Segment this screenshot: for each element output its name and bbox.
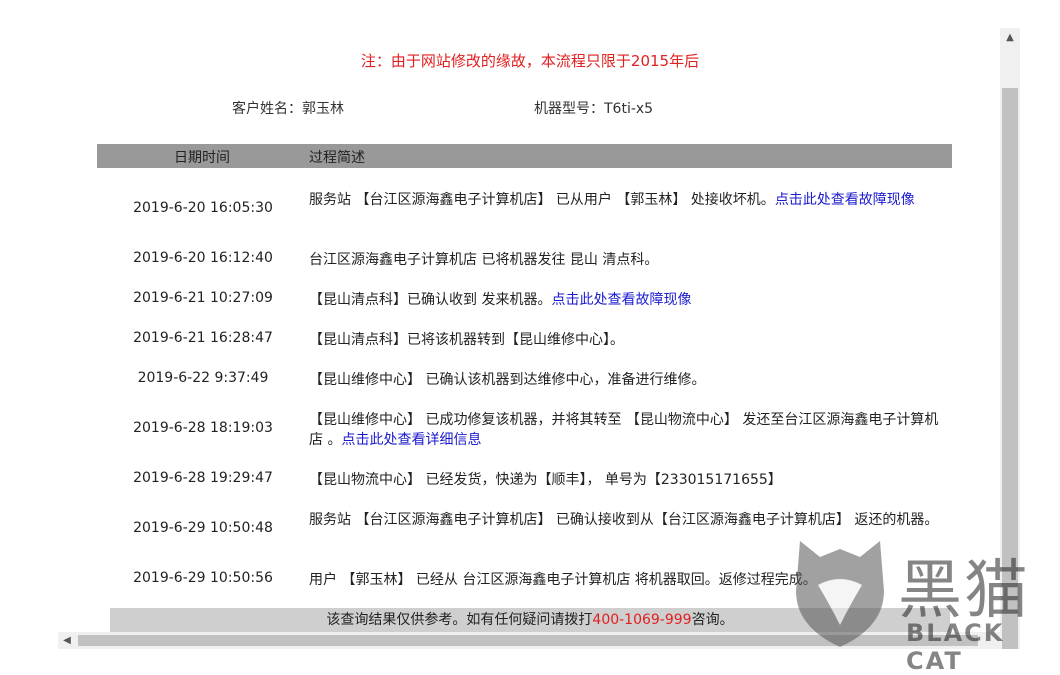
row-description: 【昆山清点科】已确认收到 发来机器。点击此处查看故障现像 <box>309 290 944 310</box>
row-date: 2019-6-28 18:19:03 <box>133 420 273 436</box>
watermark-cn-text: 黑猫 <box>898 554 1030 628</box>
customer-name-value: 郭玉林 <box>302 101 344 117</box>
customer-name-label: 客户姓名： <box>232 101 302 117</box>
header-description: 过程简述 <box>309 150 365 166</box>
row-text: 【昆山物流中心】 已经发货，快递为【顺丰】， 单号为【233015171655】 <box>309 472 782 488</box>
row-text: 服务站 【台江区源海鑫电子计算机店】 已从用户 【郭玉林】 处接收坏机。 <box>309 192 775 208</box>
footer-text-end: 咨询。 <box>691 612 734 628</box>
fault-view-link[interactable]: 点击此处查看故障现像 <box>775 192 915 208</box>
customer-name-info: 客户姓名：郭玉林 <box>232 98 344 118</box>
scroll-up-arrow-icon[interactable]: ▲ <box>1000 28 1020 48</box>
row-description: 【昆山清点科】已将该机器转到【昆山维修中心】。 <box>309 330 944 350</box>
header-date: 日期时间 <box>174 150 230 166</box>
hotline-number: 400-1069-999 <box>592 612 692 628</box>
row-text: 【昆山清点科】已将该机器转到【昆山维修中心】。 <box>309 332 624 348</box>
blackcat-watermark: 黑猫 BLACK CAT <box>790 535 1060 675</box>
row-description: 【昆山物流中心】 已经发货，快递为【顺丰】， 单号为【233015171655】 <box>309 470 944 490</box>
row-text: 【昆山清点科】已确认收到 发来机器。 <box>309 292 552 308</box>
row-date: 2019-6-22 9:37:49 <box>137 370 269 386</box>
machine-model-value: T6ti-x5 <box>604 101 654 117</box>
table-header: 日期时间 过程简述 <box>97 144 952 168</box>
cat-shield-logo-icon <box>796 541 884 647</box>
watermark-en-text: BLACK CAT <box>906 619 1005 675</box>
row-date: 2019-6-20 16:05:30 <box>133 200 273 216</box>
row-date: 2019-6-28 19:29:47 <box>133 470 273 486</box>
row-date: 2019-6-29 10:50:48 <box>133 520 273 536</box>
row-text: 【昆山维修中心】 已确认该机器到达维修中心，准备进行维修。 <box>309 372 706 388</box>
row-description: 服务站 【台江区源海鑫电子计算机店】 已从用户 【郭玉林】 处接收坏机。点击此处… <box>309 190 944 210</box>
row-date: 2019-6-20 16:12:40 <box>133 250 273 266</box>
footer-text: 该查询结果仅供参考。如有任何疑问请拨打 <box>326 612 593 628</box>
row-date: 2019-6-21 16:28:47 <box>133 330 273 346</box>
row-text: 台江区源海鑫电子计算机店 已将机器发往 昆山 清点科。 <box>309 252 659 268</box>
row-description: 台江区源海鑫电子计算机店 已将机器发往 昆山 清点科。 <box>309 250 944 270</box>
row-date: 2019-6-29 10:50:56 <box>133 570 273 586</box>
row-description: 【昆山维修中心】 已成功修复该机器，并将其转至 【昆山物流中心】 发还至台江区源… <box>309 410 944 450</box>
row-text: 用户 【郭玉林】 已经从 台江区源海鑫电子计算机店 将机器取回。返修过程完成。 <box>309 572 817 588</box>
detail-info-link[interactable]: 点击此处查看详细信息 <box>341 432 481 448</box>
fault-view-link[interactable]: 点击此处查看故障现像 <box>551 292 691 308</box>
row-description: 【昆山维修中心】 已确认该机器到达维修中心，准备进行维修。 <box>309 370 944 390</box>
row-description: 服务站 【台江区源海鑫电子计算机店】 已确认接收到从【台江区源海鑫电子计算机店】… <box>309 510 944 530</box>
scroll-left-arrow-icon[interactable]: ◀ <box>58 632 76 649</box>
machine-model-info: 机器型号：T6ti-x5 <box>534 98 653 118</box>
notice-text: 注：由于网站修改的缘故，本流程只限于2015年后 <box>360 52 700 70</box>
row-text: 服务站 【台江区源海鑫电子计算机店】 已确认接收到从【台江区源海鑫电子计算机店】… <box>309 512 939 528</box>
row-date: 2019-6-21 10:27:09 <box>133 290 273 306</box>
machine-model-label: 机器型号： <box>534 101 604 117</box>
